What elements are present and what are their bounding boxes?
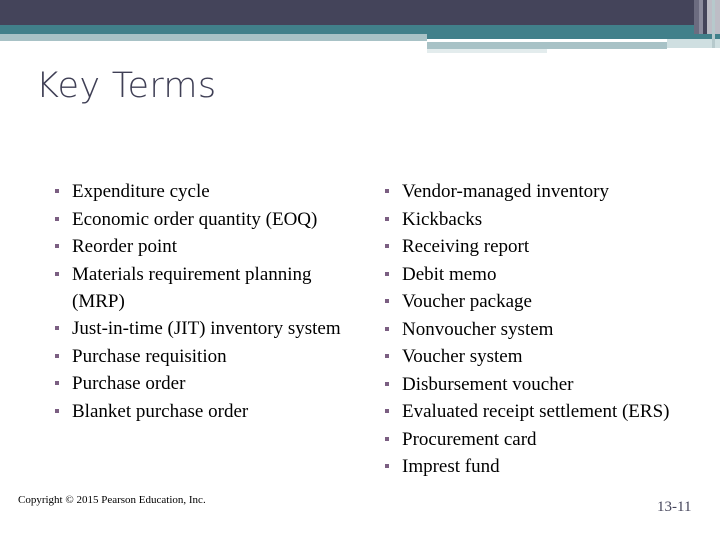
bullet-icon bbox=[385, 409, 389, 413]
key-term-label: Imprest fund bbox=[402, 456, 500, 477]
bullet-icon bbox=[55, 381, 59, 385]
bullet-icon bbox=[385, 464, 389, 468]
bullet-icon bbox=[55, 353, 59, 358]
header-vertical-stripe-5 bbox=[712, 0, 715, 48]
key-term-item: Purchase requisition bbox=[48, 343, 348, 370]
key-term-item: Disbursement voucher bbox=[378, 371, 678, 398]
key-term-label: Voucher system bbox=[402, 346, 523, 367]
key-terms-list-left: Expenditure cycle Economic order quantity… bbox=[48, 178, 348, 425]
bullet-icon bbox=[385, 299, 389, 303]
key-term-item: Imprest fund bbox=[378, 453, 678, 480]
key-term-label: Nonvoucher system bbox=[402, 318, 554, 340]
key-term-item: Expenditure cycle bbox=[48, 178, 348, 205]
header-light-band-right bbox=[427, 42, 667, 49]
key-term-label: Just-in-time (JIT) inventory system bbox=[72, 318, 341, 339]
bullet-icon bbox=[385, 326, 389, 331]
key-terms-column-left: Expenditure cycle Economic order quantity… bbox=[48, 178, 348, 425]
key-term-item: Procurement card bbox=[378, 426, 678, 453]
key-term-item: Evaluated receipt settlement (ERS) bbox=[378, 398, 678, 425]
bullet-icon bbox=[385, 271, 389, 276]
bullet-icon bbox=[55, 271, 59, 276]
key-term-label: Expenditure cycle bbox=[72, 181, 210, 202]
page-number: 13-11 bbox=[657, 499, 692, 515]
page-title: Key Terms bbox=[36, 66, 217, 106]
key-term-item: Kickbacks bbox=[378, 206, 678, 233]
copyright-notice: Copyright © 2015 Pearson Education, Inc. bbox=[18, 494, 206, 506]
key-term-item: Economic order quantity (EOQ) bbox=[48, 206, 348, 233]
key-term-item: Nonvoucher system bbox=[378, 316, 678, 343]
bullet-icon bbox=[385, 436, 389, 441]
bullet-icon bbox=[385, 244, 389, 248]
key-term-item: Receiving report bbox=[378, 233, 678, 260]
key-term-item: Voucher system bbox=[378, 343, 678, 370]
key-term-item: Vendor-managed inventory bbox=[378, 178, 678, 205]
key-term-item: Reorder point bbox=[48, 233, 348, 260]
header-light-band-left bbox=[0, 34, 427, 41]
bullet-icon bbox=[55, 408, 59, 413]
bullet-icon bbox=[385, 354, 389, 358]
key-term-item: Debit memo bbox=[378, 261, 678, 288]
key-terms-list-right: Vendor-managed inventory Kickbacks Receivi… bbox=[378, 178, 678, 480]
key-terms-column-right: Vendor-managed inventory Kickbacks Receivi… bbox=[378, 178, 678, 481]
bullet-icon bbox=[385, 381, 389, 386]
key-term-label: Receiving report bbox=[402, 236, 530, 257]
key-term-label: Disbursement voucher bbox=[402, 373, 574, 395]
key-term-item: Materials requirement planning (MRP) bbox=[48, 261, 348, 315]
key-term-label: Reorder point bbox=[72, 236, 178, 257]
key-term-label: Voucher package bbox=[402, 291, 532, 312]
bullet-icon bbox=[55, 326, 59, 330]
bullet-icon bbox=[55, 189, 59, 193]
header-pale-band-lower bbox=[427, 49, 547, 53]
key-term-label: Evaluated receipt settlement (ERS) bbox=[402, 401, 670, 422]
slide-header-decoration bbox=[0, 0, 720, 60]
key-term-label: Purchase order bbox=[72, 373, 186, 394]
header-dark-band bbox=[0, 0, 720, 25]
key-term-label: Purchase requisition bbox=[72, 345, 227, 367]
key-term-label: Materials requirement planning (MRP) bbox=[72, 263, 312, 312]
key-term-label: Debit memo bbox=[402, 263, 497, 285]
bullet-icon bbox=[55, 216, 59, 221]
key-term-label: Kickbacks bbox=[402, 208, 483, 230]
key-term-item: Purchase order bbox=[48, 370, 348, 397]
key-term-item: Blanket purchase order bbox=[48, 398, 348, 425]
bullet-icon bbox=[385, 189, 389, 193]
key-term-label: Vendor-managed inventory bbox=[402, 181, 609, 202]
key-term-label: Procurement card bbox=[402, 428, 537, 450]
key-term-label: Economic order quantity (EOQ) bbox=[72, 208, 318, 230]
key-term-item: Just-in-time (JIT) inventory system bbox=[48, 315, 348, 342]
bullet-icon bbox=[385, 216, 389, 221]
header-teal-band-right bbox=[427, 25, 720, 39]
key-term-label: Blanket purchase order bbox=[72, 400, 249, 422]
key-term-item: Voucher package bbox=[378, 288, 678, 315]
bullet-icon bbox=[55, 244, 59, 248]
